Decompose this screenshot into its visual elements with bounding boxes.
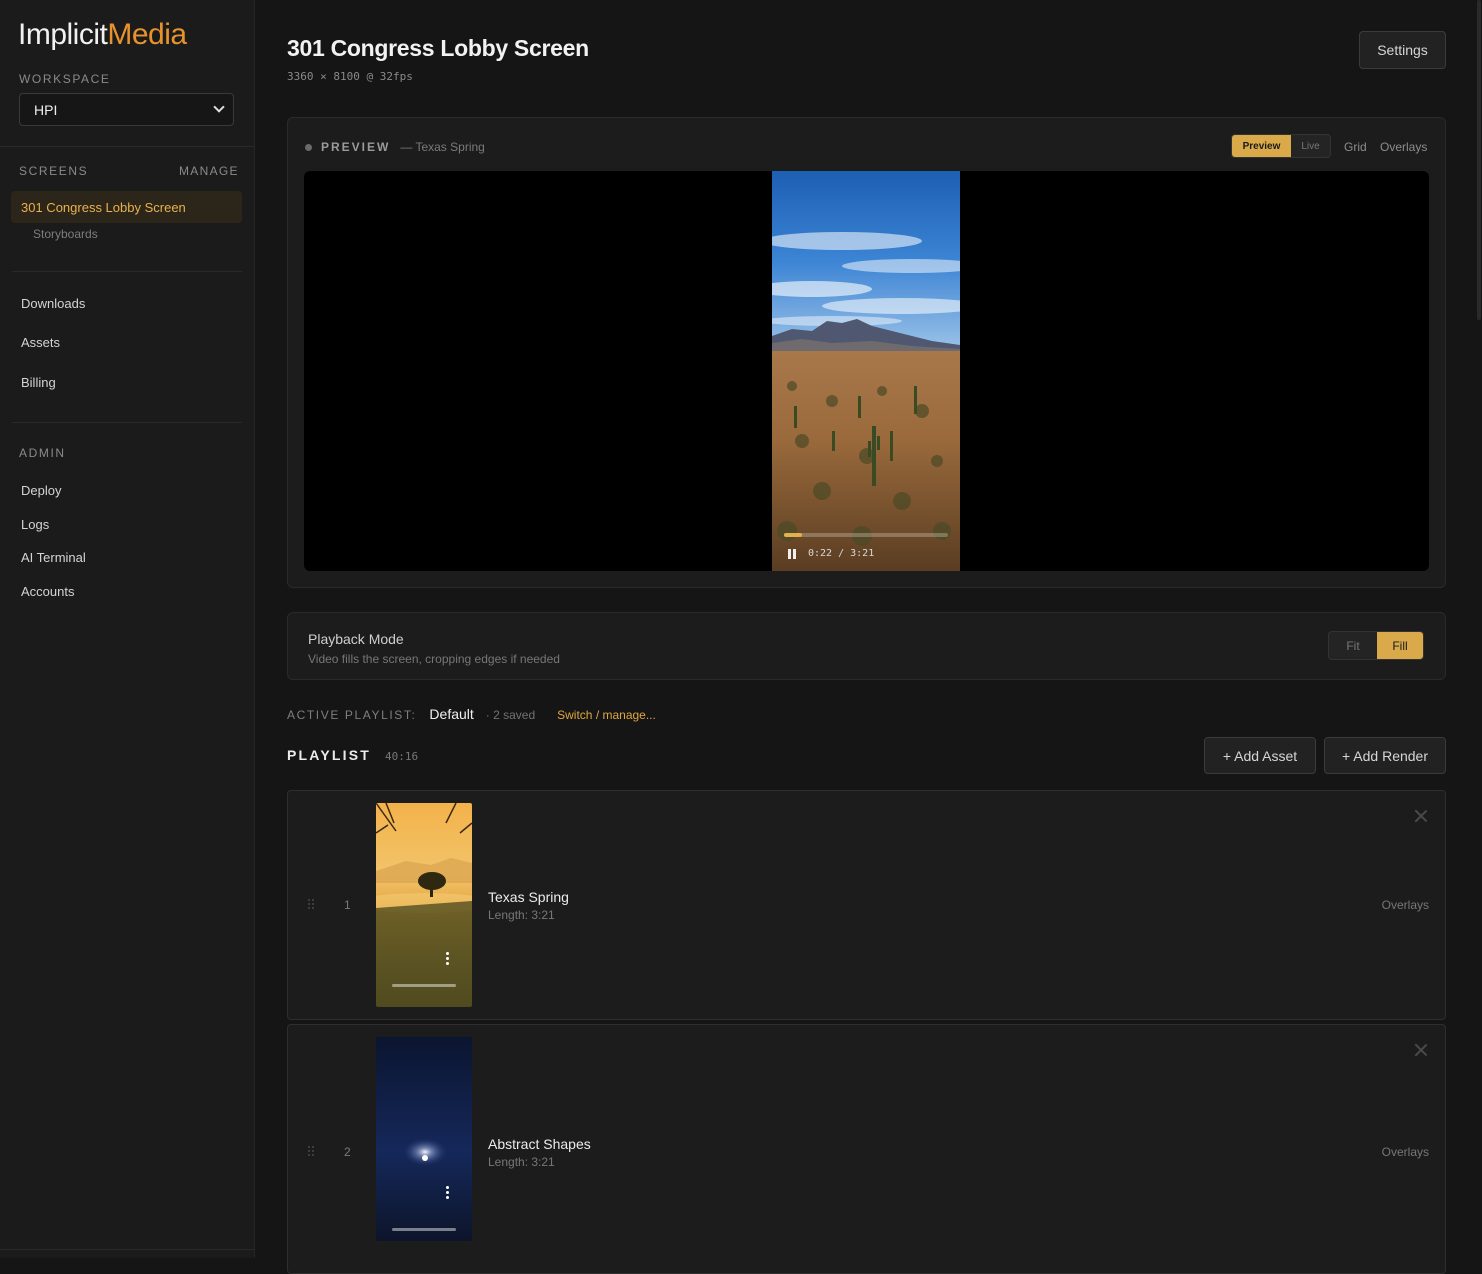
preview-progress-bar[interactable]: [784, 533, 948, 537]
sidebar-item-deploy[interactable]: Deploy: [21, 483, 61, 498]
close-icon[interactable]: [1414, 809, 1428, 823]
playback-time: 0:22 / 3:21: [808, 548, 875, 559]
manage-screens-link[interactable]: MANAGE: [179, 164, 239, 178]
sidebar: ImplicitMedia WORKSPACE HPI SCREENS MANA…: [0, 0, 255, 1258]
sidebar-divider: [0, 1249, 255, 1250]
sidebar-item-downloads[interactable]: Downloads: [21, 296, 85, 311]
close-icon[interactable]: [1414, 1043, 1428, 1057]
pause-icon[interactable]: [788, 549, 796, 559]
active-playlist-row: ACTIVE PLAYLIST: Default · 2 saved Switc…: [287, 706, 656, 722]
sidebar-item-storyboards[interactable]: Storyboards: [33, 227, 98, 241]
workspace-label: WORKSPACE: [19, 72, 111, 86]
playlist-item-length: Length: 3:21: [488, 1155, 555, 1169]
preview-label: PREVIEW: [321, 140, 391, 154]
abstract-shapes-image: [376, 1037, 472, 1241]
playlist-item-thumbnail[interactable]: [376, 803, 472, 1007]
more-vertical-icon[interactable]: [446, 1186, 450, 1201]
sidebar-item-logs[interactable]: Logs: [21, 517, 49, 532]
workspace-value: HPI: [34, 101, 58, 118]
playlist-item-overlays-link[interactable]: Overlays: [1382, 898, 1429, 912]
sidebar-item-label: 301 Congress Lobby Screen: [21, 199, 186, 215]
sidebar-divider: [12, 271, 242, 272]
preview-current-asset: — Texas Spring: [400, 140, 485, 154]
thumbnail-scrubber: [392, 1228, 456, 1231]
preview-video[interactable]: 0:22 / 3:21: [772, 171, 960, 571]
playlist-item-title: Abstract Shapes: [488, 1136, 591, 1152]
page-title: 301 Congress Lobby Screen: [287, 35, 589, 61]
settings-button[interactable]: Settings: [1359, 31, 1446, 69]
playlist-item-overlays-link[interactable]: Overlays: [1382, 1145, 1429, 1159]
preview-header: PREVIEW — Texas Spring: [305, 140, 485, 154]
playlist-duration: 40:16: [384, 750, 419, 763]
status-dot-icon: [305, 143, 312, 151]
brand-name-primary: Implicit: [18, 18, 108, 51]
active-playlist-label: ACTIVE PLAYLIST:: [287, 708, 417, 722]
saved-playlists-count: · 2 saved: [485, 708, 536, 722]
playlist-item[interactable]: 1 Texas Spring Length: 3:21 Overlays: [287, 790, 1446, 1020]
page-scrollbar[interactable]: [1476, 0, 1482, 320]
live-toggle-button[interactable]: Live: [1291, 135, 1330, 157]
add-asset-button[interactable]: + Add Asset: [1204, 737, 1316, 774]
playback-mode-panel: Playback Mode Video fills the screen, cr…: [287, 612, 1446, 680]
grid-toggle[interactable]: Grid: [1344, 140, 1367, 154]
sidebar-item-accounts[interactable]: Accounts: [21, 584, 74, 599]
preview-live-toggle: Preview Live: [1231, 134, 1331, 158]
playback-mode-title: Playback Mode: [308, 631, 404, 647]
fit-fill-toggle: Fit Fill: [1328, 631, 1424, 660]
add-render-button[interactable]: + Add Render: [1324, 737, 1446, 774]
playlist-item-index: 2: [344, 1145, 351, 1159]
playlist-item-title: Texas Spring: [488, 889, 569, 905]
desert-landscape-image: [772, 171, 960, 571]
admin-label: ADMIN: [19, 446, 66, 460]
preview-panel: PREVIEW — Texas Spring Preview Live Grid…: [287, 117, 1446, 588]
thumbnail-scrubber: [392, 984, 456, 987]
preview-toggle-button[interactable]: Preview: [1232, 135, 1291, 157]
preview-progress-fill: [784, 533, 803, 537]
workspace-select[interactable]: HPI: [19, 93, 234, 126]
sunrise-field-image: [376, 803, 472, 1007]
sidebar-divider: [0, 146, 255, 147]
sidebar-divider: [12, 422, 242, 423]
brand-name-accent: Media: [107, 18, 187, 51]
fill-option-button[interactable]: Fill: [1377, 632, 1423, 659]
main-content: 301 Congress Lobby Screen 3360 × 8100 @ …: [255, 0, 1482, 1274]
playlist-item-length: Length: 3:21: [488, 908, 555, 922]
playlist-item-thumbnail[interactable]: [376, 1037, 472, 1241]
playback-mode-description: Video fills the screen, cropping edges i…: [308, 652, 560, 666]
playlist-label: PLAYLIST: [287, 747, 371, 763]
chevron-down-icon: [213, 101, 225, 113]
fit-option-button[interactable]: Fit: [1329, 632, 1377, 659]
playlist-item[interactable]: 2 Abstract Shapes Length: 3:21 Overlays: [287, 1024, 1446, 1274]
sidebar-item-active-screen[interactable]: 301 Congress Lobby Screen: [11, 191, 242, 223]
brand-logo[interactable]: ImplicitMedia: [18, 18, 187, 52]
active-playlist-name: Default: [429, 706, 474, 722]
sidebar-item-ai-terminal[interactable]: AI Terminal: [21, 550, 86, 565]
playlist-header: PLAYLIST 40:16: [287, 747, 418, 763]
screens-label: SCREENS: [19, 164, 89, 178]
preview-stage: 0:22 / 3:21: [304, 171, 1429, 571]
switch-manage-link[interactable]: Switch / manage...: [557, 708, 656, 722]
overlays-toggle[interactable]: Overlays: [1380, 140, 1427, 154]
sidebar-item-billing[interactable]: Billing: [21, 375, 56, 390]
drag-handle-icon[interactable]: [308, 1146, 316, 1158]
playlist-item-index: 1: [344, 898, 351, 912]
more-vertical-icon[interactable]: [446, 952, 450, 967]
screen-resolution: 3360 × 8100 @ 32fps: [287, 70, 413, 83]
sidebar-item-assets[interactable]: Assets: [21, 335, 60, 350]
drag-handle-icon[interactable]: [308, 899, 316, 911]
